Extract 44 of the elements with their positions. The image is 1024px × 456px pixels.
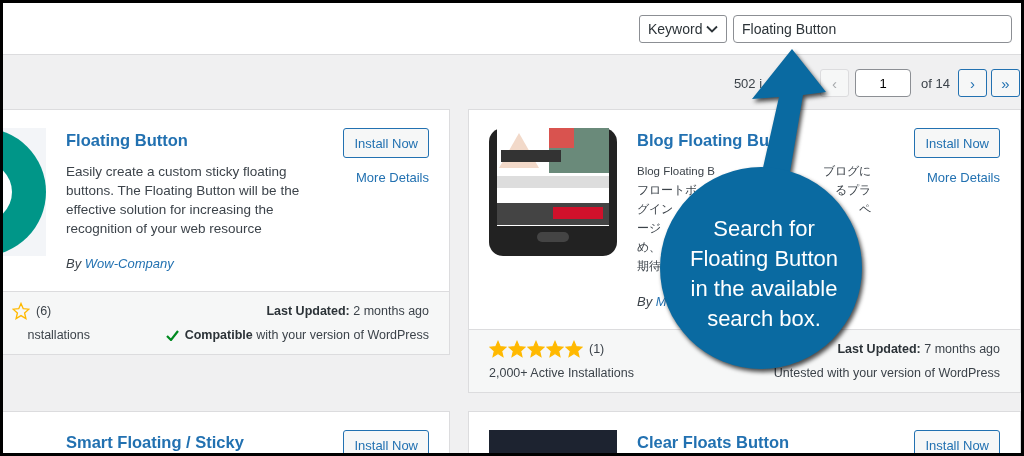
total-pages: of 14: [921, 75, 950, 91]
items-count: 502 i: [733, 75, 763, 91]
plugin-description: Easily create a custom sticky floating buttons. The Floating Button will be the effective solution for increasing the recognition of your web resource: [66, 163, 301, 238]
author-prefix: By: [637, 294, 653, 309]
search-type-dropdown[interactable]: Keyword: [639, 14, 727, 43]
plugin-title[interactable]: Clear Floats Button: [637, 430, 895, 453]
more-details-link[interactable]: More Details: [927, 170, 1000, 185]
last-updated-text: Last Updated: 2 months ago: [266, 304, 429, 318]
description-text: ブログに: [823, 164, 871, 179]
install-now-button[interactable]: Install Now: [914, 128, 1000, 158]
search-field[interactable]: Floating Button: [733, 14, 1012, 43]
callout-text: Search for Floating Button in the available search box.: [689, 215, 839, 333]
last-page-button[interactable]: »: [991, 69, 1020, 97]
compatibility-text: Compatible with your version of WordPress: [184, 328, 429, 342]
active-installations: nstallations: [26, 328, 90, 342]
rating-count: (1): [589, 342, 605, 356]
star-icon: [546, 340, 564, 358]
install-now-button[interactable]: Install Now: [343, 128, 429, 158]
description-text: ペ: [859, 202, 871, 217]
active-installations: 2,000+ Active Installations: [489, 366, 634, 380]
description-text: め、: [637, 240, 661, 255]
star-icon: [489, 340, 507, 358]
last-updated-text: Last Updated: 7 months ago: [837, 342, 1000, 356]
plugin-title[interactable]: Floating Button: [66, 128, 324, 152]
description-text: Blog Floating B: [637, 164, 715, 179]
description-text: るプラ: [835, 183, 871, 198]
plugin-title[interactable]: Smart Floating / Sticky: [66, 430, 324, 453]
plugin-title[interactable]: Blog Floating Bu: [637, 128, 895, 152]
install-now-button[interactable]: Install Now: [914, 430, 1000, 453]
star-icon: [508, 340, 526, 358]
description-text: グイン: [637, 202, 673, 217]
rating-count: (6): [36, 304, 52, 318]
more-details-link[interactable]: More Details: [356, 170, 429, 185]
chevron-down-icon: [706, 24, 718, 33]
star-icon: [527, 340, 545, 358]
star-outline-icon: [12, 302, 30, 320]
install-now-button[interactable]: Install Now: [343, 430, 429, 453]
author-link[interactable]: Wow-Company: [84, 256, 174, 271]
author-prefix: By: [66, 256, 82, 271]
compatibility-text: Untested with your version of WordPress: [773, 366, 1000, 380]
star-icon: [565, 340, 583, 358]
next-page-button[interactable]: ›: [958, 69, 987, 97]
description-text: ージ: [637, 221, 661, 236]
page-number-field[interactable]: 1: [855, 69, 912, 97]
